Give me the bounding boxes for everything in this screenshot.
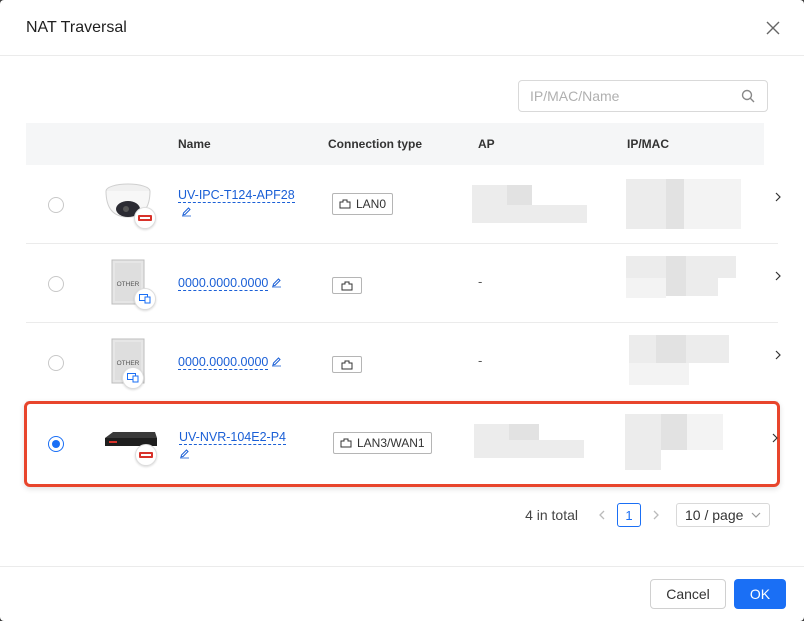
brand-badge-icon — [134, 207, 156, 229]
page-size-value: 10 / page — [685, 507, 744, 523]
row-radio[interactable] — [48, 355, 64, 371]
row-radio[interactable] — [48, 276, 64, 292]
dialog-footer: Cancel OK — [0, 566, 804, 621]
row-radio[interactable] — [48, 197, 64, 213]
brand-badge-icon — [135, 444, 157, 466]
connection-tag — [332, 277, 362, 294]
device-thumbnail — [103, 422, 159, 474]
table-header: Name Connection type AP IP/MAC — [26, 123, 778, 165]
redacted-ip — [684, 179, 741, 229]
redacted-ip — [661, 414, 687, 450]
chevron-right-icon[interactable] — [774, 189, 782, 217]
connection-tag: LAN0 — [332, 193, 394, 215]
device-thumbnail — [102, 179, 158, 231]
prev-page-icon[interactable] — [595, 508, 609, 522]
table-row[interactable]: OTHER 0000.0000.0000 - — [26, 244, 781, 323]
redacted-ip — [666, 179, 684, 229]
redacted-ap — [474, 440, 584, 458]
connection-tag — [332, 356, 362, 373]
row-radio-checked[interactable] — [48, 436, 64, 452]
chevron-down-icon — [751, 512, 761, 518]
dialog-header: NAT Traversal — [0, 0, 804, 56]
redacted-ip — [625, 414, 661, 470]
redacted-ap — [472, 185, 507, 205]
table-row[interactable]: UV-IPC-T124-APF28 LAN0 — [26, 165, 781, 244]
redacted-ip — [629, 363, 689, 385]
chevron-right-icon[interactable] — [771, 430, 779, 458]
search-input[interactable] — [519, 81, 729, 111]
monitor-badge-icon — [122, 367, 144, 389]
device-name-link[interactable]: 0000.0000.0000 — [178, 354, 298, 371]
dialog-title: NAT Traversal — [26, 18, 127, 36]
device-table: Name Connection type AP IP/MAC UV-IPC-T1… — [24, 123, 781, 487]
table-row[interactable]: OTHER 0000.0000.0000 - — [26, 323, 781, 402]
ok-button[interactable]: OK — [734, 579, 786, 609]
nat-traversal-dialog: NAT Traversal Name Connection type AP IP… — [0, 0, 804, 621]
device-name-link[interactable]: 0000.0000.0000 — [178, 275, 298, 292]
edit-icon[interactable] — [271, 356, 282, 367]
redacted-ip — [687, 414, 723, 450]
column-header-ap: AP — [478, 137, 495, 151]
redacted-ip — [686, 278, 718, 296]
edit-icon[interactable] — [181, 206, 192, 217]
search-icon[interactable] — [741, 89, 755, 103]
close-icon[interactable] — [764, 19, 782, 37]
device-name-link[interactable]: UV-NVR-104E2-P4 — [179, 429, 299, 463]
connection-tag: LAN3/WAN1 — [333, 432, 432, 454]
redacted-ip — [626, 179, 666, 229]
monitor-badge-icon — [134, 288, 156, 310]
edit-icon[interactable] — [271, 277, 282, 288]
redacted-ip — [626, 278, 666, 298]
device-thumbnail: OTHER — [102, 258, 158, 310]
total-count: 4 in total — [525, 507, 578, 523]
thumb-label: OTHER — [117, 281, 140, 288]
column-header-connection-type: Connection type — [328, 137, 423, 151]
table-row-selected[interactable]: UV-NVR-104E2-P4 LAN3/WAN1 — [24, 401, 780, 487]
scroll-gutter — [764, 123, 778, 165]
cancel-button[interactable]: Cancel — [650, 579, 726, 609]
thumb-label: OTHER — [117, 360, 140, 367]
next-page-icon[interactable] — [649, 508, 663, 522]
redacted-ap — [472, 205, 587, 223]
lan-port-icon — [340, 438, 352, 448]
edit-icon[interactable] — [179, 448, 190, 459]
page-number-current[interactable]: 1 — [617, 503, 641, 527]
column-header-ip-mac: IP/MAC — [627, 137, 669, 151]
lan-port-icon — [341, 360, 353, 369]
lan-port-icon — [339, 199, 351, 209]
device-thumbnail: OTHER — [102, 337, 158, 389]
ap-value: - — [478, 353, 483, 368]
device-name-link[interactable]: UV-IPC-T124-APF28 — [178, 187, 298, 221]
search-field[interactable] — [518, 80, 768, 112]
page-size-select[interactable]: 10 / page — [676, 503, 770, 527]
ap-value: - — [478, 274, 483, 289]
chevron-right-icon[interactable] — [774, 347, 782, 375]
column-header-name: Name — [178, 137, 211, 151]
lan-port-icon — [341, 281, 353, 290]
pagination: 4 in total 1 10 / page — [525, 503, 770, 527]
redacted-ip — [666, 256, 686, 296]
chevron-right-icon[interactable] — [774, 268, 782, 296]
